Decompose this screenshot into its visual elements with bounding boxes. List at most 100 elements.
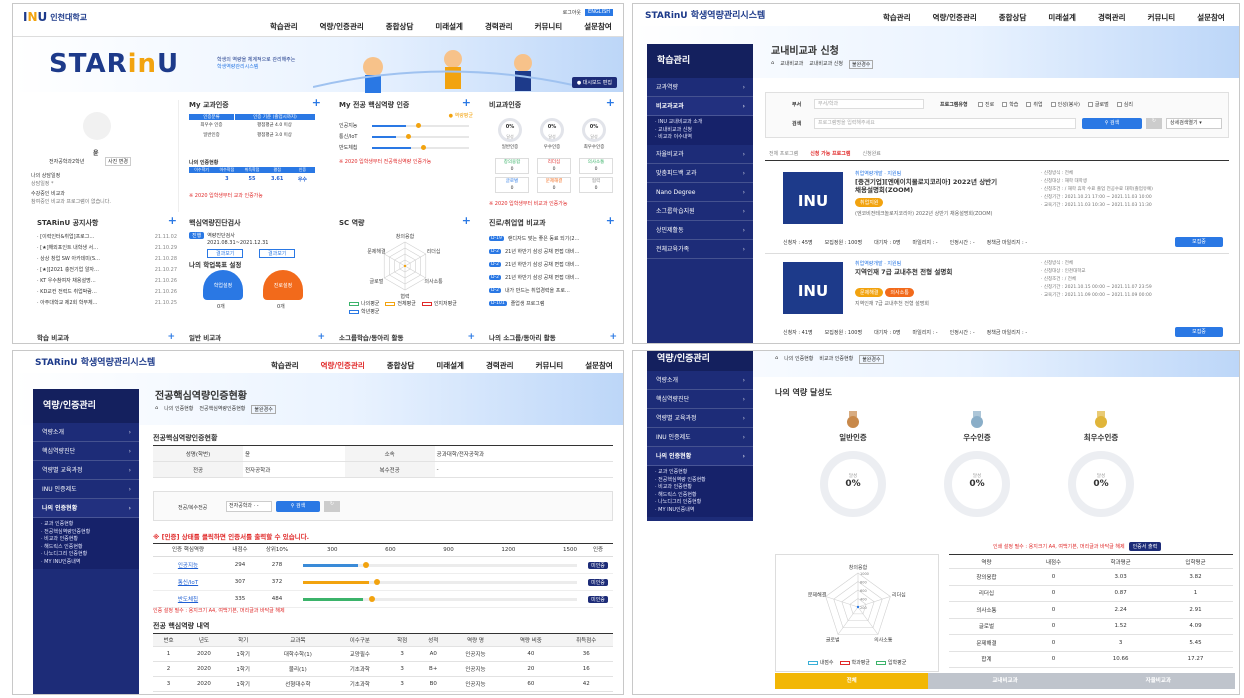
nav-community[interactable]: 커뮤니티 (1148, 12, 1176, 23)
submenu-item[interactable]: · 비교과 이수내역 (655, 134, 745, 142)
noncur-box[interactable]: 글로벌 0 (495, 177, 529, 193)
sidebar-item[interactable]: 역량별 교육과정 (33, 461, 139, 480)
nav-career[interactable]: 경력관리 (485, 21, 513, 32)
submenu-item[interactable]: · 나노디그리 인증현황 (655, 499, 745, 507)
more-button[interactable]: + (167, 332, 175, 342)
cert-status-button[interactable]: 미인증 (588, 595, 608, 603)
apply-button[interactable]: 모집중 (1175, 237, 1223, 247)
list-item[interactable]: D-19 랜디자드 맞는 좋은 동료 되기(2… (489, 232, 617, 245)
submenu-item[interactable]: · INU 교내비교과 소개 (655, 119, 745, 127)
breadcrumb-item[interactable]: 교내비교과 (780, 60, 803, 69)
more-button[interactable]: + (467, 332, 475, 342)
detail-search-select[interactable]: 상세검색열기 ▾ (1166, 118, 1222, 129)
breadcrumb-item[interactable]: 나의 인증현황 (164, 405, 193, 414)
noncur-more-button[interactable]: + (606, 96, 615, 109)
nav-community[interactable]: 커뮤니티 (536, 360, 564, 371)
more-button[interactable]: + (317, 332, 325, 342)
submenu-item[interactable]: · MY INU인증내역 (41, 559, 131, 567)
nav-counsel[interactable]: 종합상담 (387, 360, 415, 371)
sidebar-item[interactable]: 교과역량 (647, 78, 753, 97)
tab-2[interactable]: 자율비교과 (1081, 673, 1235, 689)
sidebar-item[interactable]: 맞춤피드백 교과 (647, 164, 753, 183)
sidebar-item[interactable]: 소그룹학습지원 (647, 202, 753, 221)
submenu-item[interactable]: · 교내비교과 신청 (655, 127, 745, 135)
dashboard-edit-button[interactable]: ● 대시보드 편집 (571, 77, 617, 88)
cert-status-button[interactable]: 미인증 (588, 578, 608, 586)
search-button[interactable]: ⚲ 검색 (1082, 118, 1142, 129)
diag-result-button-2[interactable]: 결과보기 (259, 249, 296, 258)
tab-available[interactable]: 신청 가능 프로그램 (810, 150, 850, 157)
type-checkbox[interactable]: 글로벌 (1087, 101, 1109, 108)
list-item[interactable]: · 아주대학교 제2회 학부체… 21.10.25 (37, 298, 177, 309)
list-item[interactable]: D-2 21년 하반기 삼성 공채 면접 대비… (489, 245, 617, 258)
program-card[interactable]: INU 취업역량개발 · 지원팀 지역인재 7급 교내추천 전형 설명회 문제해결 의사… (765, 254, 1229, 343)
brand-logo[interactable]: STARinU 학생역량관리시스템 (35, 355, 155, 368)
sc-more-button[interactable]: + (462, 214, 471, 227)
list-item[interactable]: · [이력인터&취업]프로그… 21.11.02 (37, 232, 177, 243)
nav-survey[interactable]: 설문참여 (1197, 12, 1225, 23)
sidebar-item[interactable]: INU 인증제도 (33, 480, 139, 499)
nav-survey[interactable]: 설문참여 (584, 21, 612, 32)
search-button[interactable]: ⚲ 검색 (276, 501, 320, 512)
nav-learning[interactable]: 학습관리 (883, 12, 911, 23)
photo-change-button[interactable]: 사진 변경 (105, 157, 131, 166)
type-checkbox[interactable]: 학습 (1002, 101, 1018, 108)
home-icon[interactable]: ⌂ (155, 405, 158, 414)
submenu-item[interactable]: · 해드릭스 인증현황 (41, 544, 131, 552)
noncur-box[interactable]: 의사소통 0 (579, 158, 613, 174)
keyword-input[interactable]: 프로그램명을 입력해주세요 (814, 118, 1076, 129)
major-cert-more-button[interactable]: + (462, 96, 471, 109)
sidebar-item[interactable]: 핵심역량진단 (33, 442, 139, 461)
sidebar-item[interactable]: INU 인증제도 (647, 428, 753, 447)
print-button[interactable]: 인증서 출력 (1128, 542, 1162, 551)
nav-competency[interactable]: 역량/인증관리 (321, 360, 365, 371)
goal-study-icon[interactable]: 학업설정 (203, 270, 243, 300)
diag-result-button-1[interactable]: 결과보기 (207, 249, 244, 258)
tab-1[interactable]: 교내비교과 (928, 673, 1082, 689)
breadcrumb-item[interactable]: 비교과 인증현황 (819, 355, 853, 364)
home-icon[interactable]: ⌂ (775, 355, 778, 364)
sidebar-item[interactable]: 전체교육가족 (647, 240, 753, 259)
nav-survey[interactable]: 설문참여 (585, 360, 613, 371)
sidebar-item[interactable]: 비교과교과 (647, 97, 753, 116)
noncur-box[interactable]: 협력 0 (579, 177, 613, 193)
competency-link[interactable]: 반도체칩 (153, 595, 223, 603)
list-item[interactable]: D-2 21년 하반기 삼성 공채 면접 대비… (489, 271, 617, 284)
nav-competency[interactable]: 역량/인증관리 (320, 21, 364, 32)
breadcrumb-item[interactable]: 나의 인증현황 (784, 355, 813, 364)
reset-button[interactable]: ↻ (324, 501, 340, 512)
nav-competency[interactable]: 역량/인증관리 (933, 12, 977, 23)
list-item[interactable]: · 상상 창업 SW 아카데미(S… 21.10.28 (37, 254, 177, 265)
sidebar-item[interactable]: 역량소개 (33, 423, 139, 442)
nav-learning[interactable]: 학습관리 (270, 21, 298, 32)
dept-input[interactable]: 부서/학과 (814, 99, 924, 109)
nav-career[interactable]: 경력관리 (1098, 12, 1126, 23)
submenu-item[interactable]: · 교과 인증현황 (655, 469, 745, 477)
program-title[interactable]: 지역인재 7급 교내추천 전형 설명회 (855, 268, 1005, 276)
tab-0[interactable]: 전체 (775, 673, 929, 689)
list-item[interactable]: · [★][2021 충전기업 알자… 21.10.27 (37, 265, 177, 276)
goal-career-icon[interactable]: 진로설정 (263, 270, 303, 300)
career-more-button[interactable]: + (606, 214, 615, 227)
major-select[interactable]: 전자공학과 · - (226, 501, 272, 512)
my-cert-more-button[interactable]: + (312, 96, 321, 109)
nav-future[interactable]: 미래설계 (435, 21, 463, 32)
nav-learning[interactable]: 학습관리 (271, 360, 299, 371)
cert-status-button[interactable]: 미인증 (588, 561, 608, 569)
nav-community[interactable]: 커뮤니티 (535, 21, 563, 32)
sidebar-item[interactable]: Nano Degree (647, 183, 753, 202)
sidebar-item[interactable]: 역량소개 (647, 371, 753, 390)
competency-link[interactable]: 인공지능 (153, 561, 223, 569)
noncur-box[interactable]: 창의융합 0 (495, 158, 529, 174)
list-item[interactable]: · [★]해외포인트 내학생 서… 21.10.29 (37, 243, 177, 254)
submenu-item[interactable]: · 비교과 인증현황 (41, 536, 131, 544)
sidebar-item[interactable]: 역량별 교육과정 (647, 409, 753, 428)
competency-link[interactable]: 통신/IoT (153, 578, 223, 586)
type-checkbox[interactable]: 심리 (1116, 101, 1133, 108)
list-item[interactable]: D-2 21년 하반기 삼성 공채 면접 대비… (489, 258, 617, 271)
logout-link[interactable]: 로그아웃 (563, 9, 581, 16)
type-checkbox[interactable]: 취업 (1026, 101, 1043, 108)
sidebar-item[interactable]: 자율비교과 (647, 145, 753, 164)
home-icon[interactable]: ⌂ (771, 60, 774, 69)
program-title[interactable]: [중견기업][엔에이치몰로지코리아] 2022년 상반기 채용설명회(ZOOM) (855, 178, 1005, 194)
